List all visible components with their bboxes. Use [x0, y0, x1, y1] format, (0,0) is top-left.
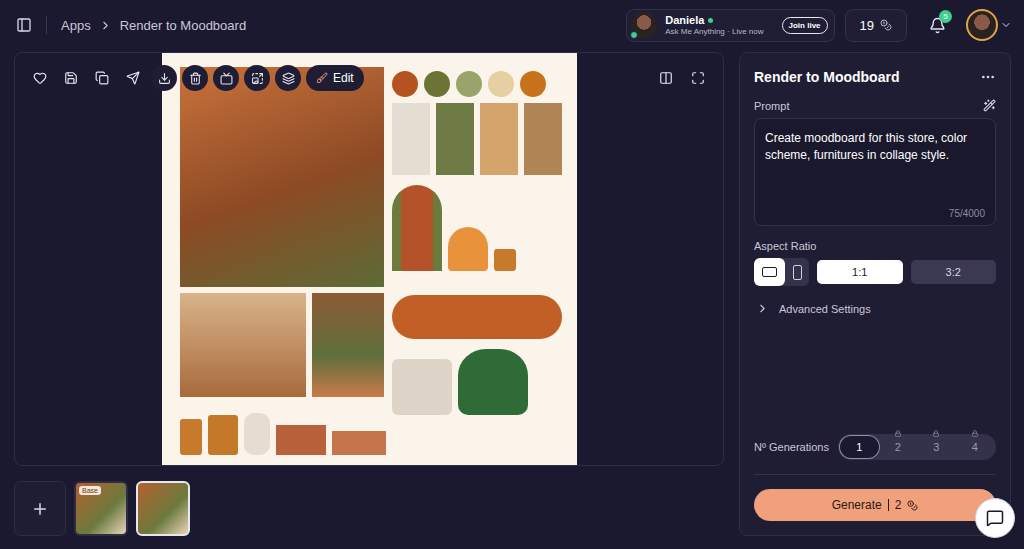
- lock-icon: [933, 430, 940, 437]
- panel-title: Render to Moodboard: [754, 69, 899, 85]
- join-live-button[interactable]: Join live: [782, 17, 828, 34]
- landscape-icon: [762, 267, 777, 277]
- thumbnail[interactable]: [136, 481, 190, 536]
- live-subtitle: Ask Me Anything · Live now: [665, 27, 763, 37]
- credits[interactable]: 19: [845, 9, 907, 42]
- portrait-button[interactable]: [785, 258, 809, 286]
- host-avatar: [631, 12, 657, 38]
- view-tools: [653, 65, 711, 91]
- layers-button[interactable]: [275, 65, 301, 91]
- generation-option[interactable]: 4: [956, 436, 995, 458]
- ratio-button[interactable]: 3:2: [911, 260, 997, 284]
- live-dot: [708, 18, 713, 23]
- aspect-ratio-label: Aspect Ratio: [754, 240, 816, 252]
- send-icon: [126, 71, 140, 85]
- app: Apps Render to Moodboard DanielaAsk Me Any…: [0, 0, 1024, 549]
- upscale-icon: [251, 72, 264, 85]
- live-card: DanielaAsk Me Anything · Live now Join li…: [626, 9, 834, 42]
- generation-option[interactable]: 3: [917, 436, 956, 458]
- notification-badge: 5: [939, 10, 952, 23]
- divider: [46, 16, 47, 34]
- sidebar-icon: [16, 17, 32, 33]
- canvas: Edit: [14, 52, 724, 466]
- prompt-text: Create moodboard for this store, color s…: [765, 130, 985, 164]
- chat-icon: [986, 509, 1004, 527]
- download-icon: [158, 72, 171, 85]
- plus-icon: [31, 500, 49, 518]
- heart-icon: [33, 71, 47, 85]
- compare-button[interactable]: [653, 65, 679, 91]
- delete-button[interactable]: [182, 65, 208, 91]
- generate-button[interactable]: Generate2: [754, 489, 996, 521]
- orientation-toggle: [754, 258, 809, 286]
- more-button[interactable]: [980, 69, 996, 85]
- advanced-settings-toggle[interactable]: Advanced Settings: [754, 302, 996, 315]
- landscape-button[interactable]: [754, 258, 785, 286]
- fullscreen-icon: [691, 71, 705, 85]
- thumbnail[interactable]: Base: [74, 481, 128, 536]
- enhance-prompt-button[interactable]: [983, 99, 996, 112]
- divider: [888, 499, 889, 511]
- coins-icon: [880, 19, 892, 31]
- sparkle-icon: [983, 99, 996, 112]
- image-toolbar: Edit: [27, 65, 364, 91]
- compare-icon: [659, 71, 673, 85]
- lock-icon: [894, 430, 901, 437]
- trash-icon: [189, 72, 202, 85]
- duplicate-button[interactable]: [89, 65, 115, 91]
- more-icon: [980, 69, 996, 85]
- breadcrumb-item[interactable]: Render to Moodboard: [120, 18, 246, 33]
- breadcrumb-item[interactable]: Apps: [61, 18, 91, 33]
- resolution-button[interactable]: [213, 65, 239, 91]
- save-button[interactable]: [58, 65, 84, 91]
- sidebar-toggle[interactable]: [16, 17, 32, 33]
- coins-icon: [907, 500, 918, 511]
- settings-panel: Render to Moodboard Prompt Create moodboar…: [739, 52, 1011, 536]
- edit-button[interactable]: Edit: [306, 65, 364, 91]
- ratio-button[interactable]: 1:1: [817, 260, 903, 284]
- user-avatar: [966, 9, 998, 41]
- moodboard-image: [162, 53, 577, 466]
- chat-button[interactable]: [975, 498, 1015, 538]
- favorite-button[interactable]: [27, 65, 53, 91]
- thumbnail-badge: Base: [79, 486, 101, 495]
- generations-selector: 1234: [838, 434, 996, 460]
- lock-icon: [971, 430, 978, 437]
- prompt-label: Prompt: [754, 100, 789, 112]
- add-image-button[interactable]: [14, 481, 66, 536]
- portrait-icon: [793, 265, 802, 280]
- prompt-field[interactable]: Create moodboard for this store, color s…: [754, 118, 996, 226]
- generations-label: Nº Generations: [754, 441, 829, 453]
- share-button[interactable]: [120, 65, 146, 91]
- online-dot: [630, 31, 638, 39]
- fullscreen-button[interactable]: [685, 65, 711, 91]
- generation-option[interactable]: 2: [879, 436, 918, 458]
- screen-icon: [220, 72, 233, 85]
- chevron-right-icon: [99, 19, 112, 32]
- layers-icon: [282, 72, 295, 85]
- thumbnail-strip: Base: [14, 481, 724, 536]
- chevron-right-icon: [756, 302, 769, 315]
- breadcrumb: Apps Render to Moodboard: [61, 18, 246, 33]
- brush-icon: [316, 72, 328, 84]
- download-button[interactable]: [151, 65, 177, 91]
- user-menu[interactable]: [966, 9, 1012, 41]
- aspect-ratio-row: 1:1 3:2: [754, 258, 996, 286]
- chevron-down-icon: [1000, 19, 1012, 31]
- upscale-button[interactable]: [244, 65, 270, 91]
- save-icon: [64, 71, 78, 85]
- generation-option[interactable]: 1: [840, 436, 879, 458]
- host-name: Daniela: [665, 14, 763, 27]
- notifications-button[interactable]: 5: [929, 17, 946, 34]
- char-counter: 75/4000: [765, 208, 985, 219]
- copy-icon: [95, 71, 109, 85]
- top-bar: Apps Render to Moodboard DanielaAsk Me Any…: [0, 0, 1024, 50]
